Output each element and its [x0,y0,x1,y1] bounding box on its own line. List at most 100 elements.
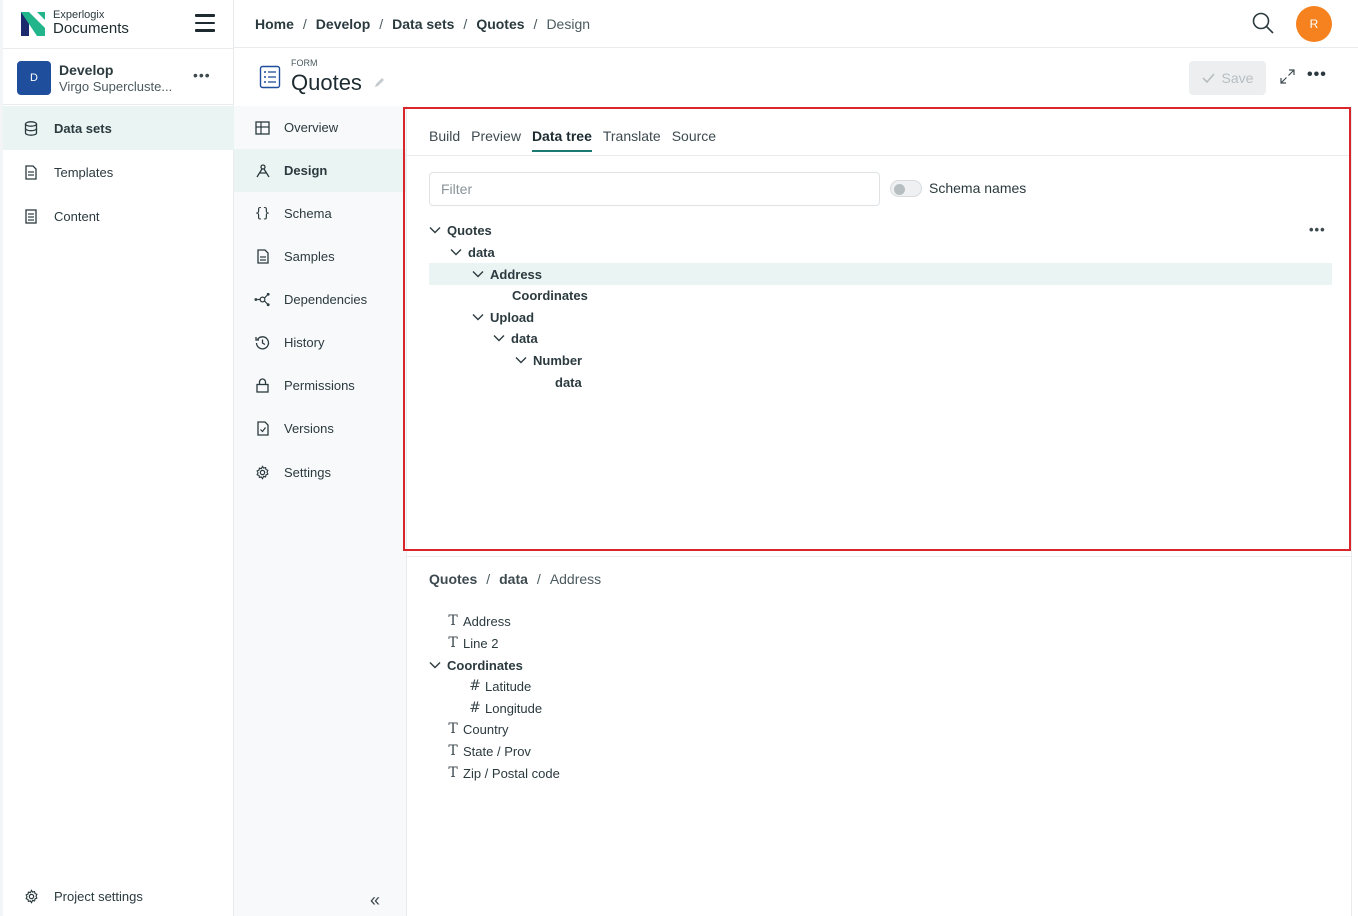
hamburger-line [195,29,215,32]
nav-item-label: Data sets [54,120,112,136]
field-line-2[interactable]: T Line 2 [446,632,498,654]
subnav-label: History [284,335,325,350]
tree-node-coordinates[interactable]: Coordinates [429,284,1332,306]
tree-node-label: Address [490,266,543,282]
field-group-coordinates[interactable]: Coordinates [429,654,523,676]
chevron-down-icon[interactable] [429,659,441,671]
subnav-label: Schema [284,206,332,221]
tab-translate[interactable]: Translate [603,128,661,152]
detail-crumb-current: Address [549,571,602,587]
breadcrumb-quotes[interactable]: Quotes [476,16,524,32]
chevron-down-icon[interactable] [472,311,484,323]
versions-icon [254,420,271,437]
nav-item-templates[interactable]: Templates [3,150,234,194]
breadcrumb-home[interactable]: Home [255,16,294,32]
field-latitude[interactable]: # Latitude [468,675,531,697]
chevron-down-icon[interactable] [450,246,462,258]
search-button[interactable] [1251,11,1275,35]
experlogix-logo-icon [21,11,45,36]
user-avatar[interactable]: R [1296,6,1332,42]
subnav-history[interactable]: History [234,321,406,364]
breadcrumb-data-sets[interactable]: Data sets [392,16,454,32]
tree-node-number[interactable]: Number [429,349,1332,371]
field-label: Address [463,613,511,629]
data-tree-panel: Build Preview Data tree Translate Source… [406,106,1352,916]
subnav-label: Design [284,163,328,178]
subnav-versions[interactable]: Versions [234,407,406,450]
chevron-down-icon[interactable] [429,224,441,236]
field-country[interactable]: T Country [446,718,508,740]
pencil-icon[interactable] [373,76,386,89]
detail-crumb-quotes[interactable]: Quotes [429,571,477,587]
field-state-prov[interactable]: T State / Prov [446,740,531,762]
subnav-label: Settings [284,465,331,480]
left-sidebar: Experlogix Documents D Develop Virgo Sup… [0,0,234,916]
collapse-sidebar-button[interactable]: « [370,890,380,911]
text-type-icon: T [448,721,458,737]
grid-icon [254,119,271,136]
tree-node-address[interactable]: Address [429,263,1332,285]
header-more-button[interactable]: ••• [1307,66,1327,84]
tree-node-number-data[interactable]: data [429,371,1332,393]
tree-node-label: data [555,374,582,390]
brand[interactable]: Experlogix Documents [21,10,129,37]
project-settings-link[interactable]: Project settings [3,874,234,916]
lock-icon [254,377,271,394]
project-switcher[interactable]: D Develop Virgo Supercluste... ••• [3,48,234,105]
check-icon [1201,73,1215,83]
text-type-icon: T [448,613,458,629]
subnav-schema[interactable]: {} Schema [234,192,406,235]
subnav-permissions[interactable]: Permissions [234,364,406,407]
nav-item-content[interactable]: Content [3,194,234,238]
detail-breadcrumb: Quotes / data / Address [429,571,601,587]
expand-icon[interactable] [1280,69,1295,84]
tab-source[interactable]: Source [672,128,716,152]
text-type-icon: T [448,635,458,651]
field-label: Latitude [485,678,532,694]
chevron-down-icon[interactable] [493,332,505,344]
tree-node-label: Number [533,352,583,368]
history-icon [254,334,271,351]
subnav-dependencies[interactable]: Dependencies [234,278,406,321]
project-settings-label: Project settings [54,888,143,904]
menu-toggle-button[interactable] [195,14,215,32]
number-type-icon: # [469,700,481,716]
tab-build[interactable]: Build [429,128,460,152]
field-address[interactable]: T Address [446,610,511,632]
subnav-settings[interactable]: Settings [234,451,406,494]
tree-node-upload-data[interactable]: data [429,327,1332,349]
field-zip-postal-code[interactable]: T Zip / Postal code [446,762,560,784]
subnav-design[interactable]: Design [234,149,406,192]
tree-more-button[interactable]: ••• [1309,222,1326,237]
nav-item-label: Templates [54,164,114,180]
tree-node-label: Coordinates [512,287,588,303]
filter-input[interactable] [429,172,880,206]
save-button[interactable]: Save [1189,61,1266,95]
tab-preview[interactable]: Preview [471,128,521,152]
project-more-button[interactable]: ••• [193,67,211,83]
save-button-label: Save [1221,70,1254,86]
text-type-icon: T [448,743,458,759]
detail-crumb-data[interactable]: data [499,571,528,587]
schema-names-toggle[interactable] [890,180,922,197]
page-header: FORM Quotes Save ••• [234,48,1358,106]
chevron-down-icon[interactable] [472,268,484,280]
chevron-down-icon[interactable] [515,354,527,366]
nav-item-data-sets[interactable]: Data sets [3,106,234,150]
subnav-overview[interactable]: Overview [234,106,406,149]
tree-node-quotes[interactable]: Quotes ••• [429,219,1332,241]
breadcrumb-develop[interactable]: Develop [316,16,370,32]
tab-data-tree[interactable]: Data tree [531,128,592,152]
subnav-label: Dependencies [284,292,368,307]
tree-node-data[interactable]: data [429,241,1332,263]
breadcrumb-separator: / [463,16,468,32]
breadcrumb-separator: / [533,16,538,32]
tree-node-upload[interactable]: Upload [429,306,1332,328]
braces-icon: {} [254,206,271,221]
project-name: Develop [59,62,114,78]
subnav-label: Samples [284,249,335,264]
field-longitude[interactable]: # Longitude [468,697,542,719]
design-icon [254,162,271,179]
subnav-samples[interactable]: Samples [234,235,406,278]
gear-icon [23,888,39,904]
